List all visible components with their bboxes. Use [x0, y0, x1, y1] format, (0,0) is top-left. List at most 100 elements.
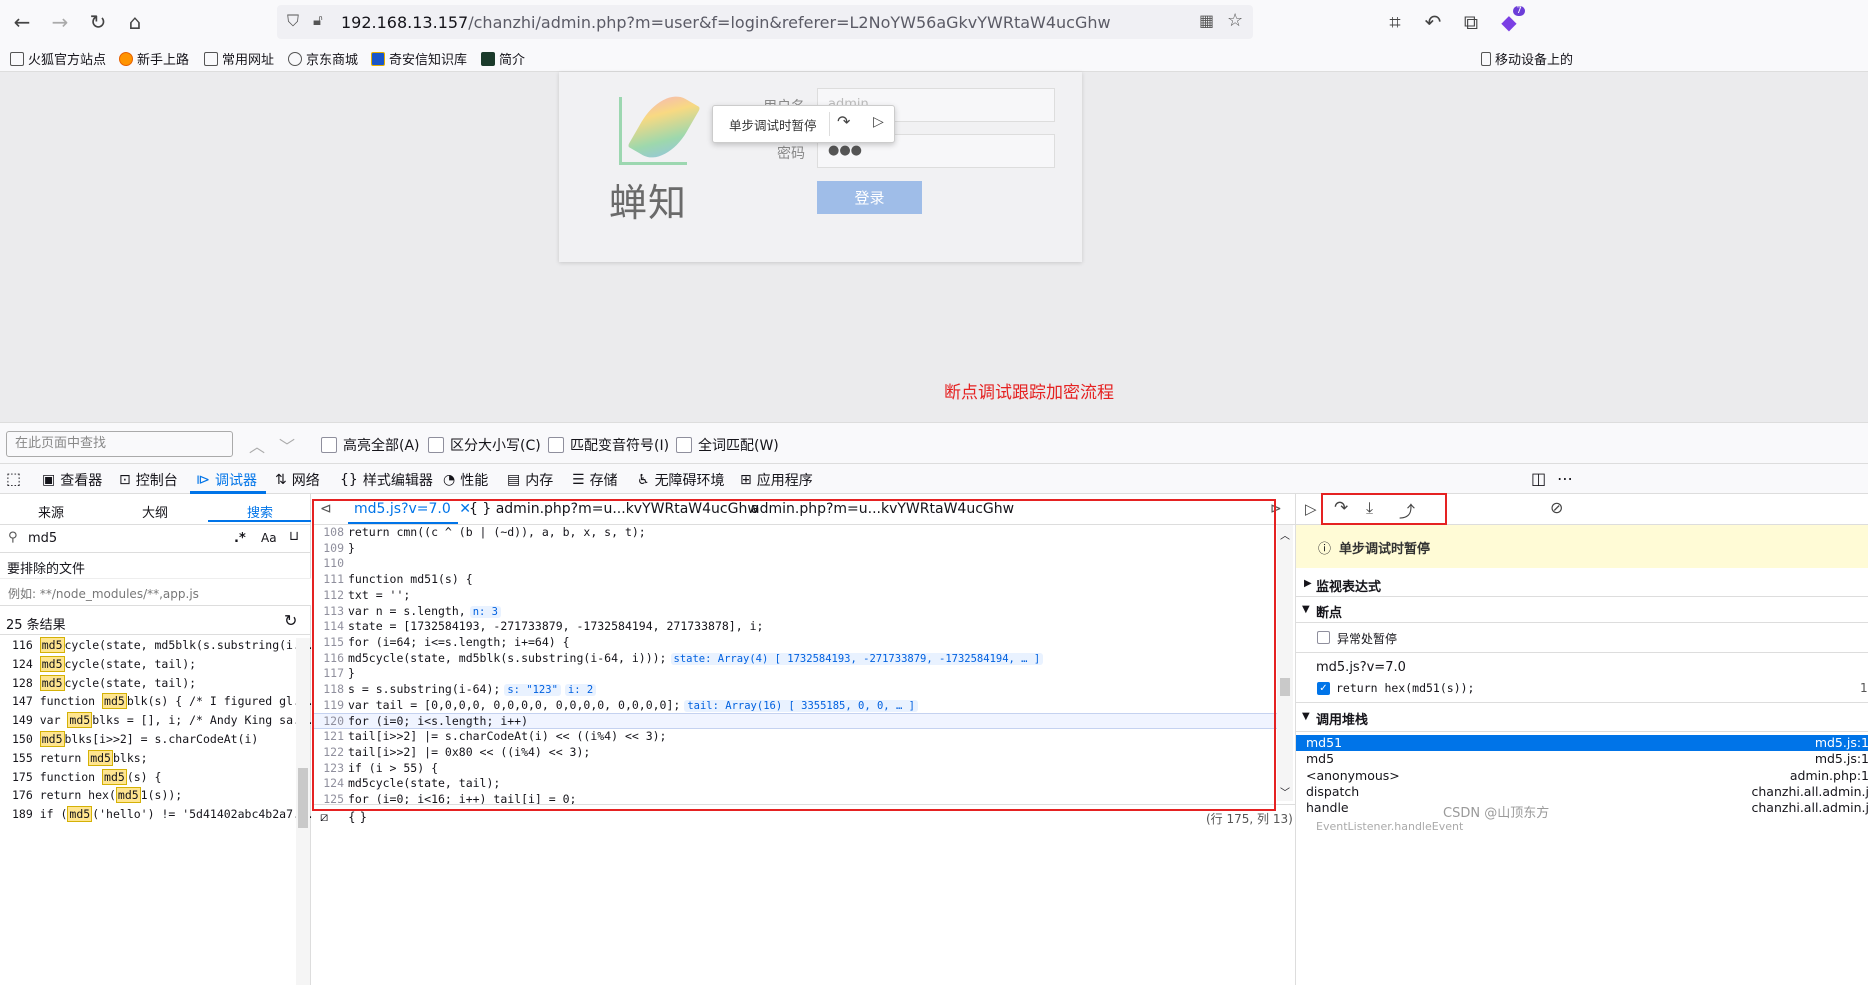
url-bar[interactable]: ⛉ 🔓︎ 192.168.13.157/chanzhi/admin.php?m=…	[277, 5, 1253, 39]
addon-icon[interactable]: ◆ 7	[1495, 6, 1525, 36]
call-stack-header[interactable]: ▼ 调用堆栈	[1296, 709, 1868, 729]
shield-icon[interactable]: ⛉	[287, 11, 299, 31]
match-case-icon[interactable]: Aa	[261, 531, 277, 545]
debugger-icon: ⧐	[196, 472, 210, 488]
exclude-input[interactable]: 例如: **/node_modules/**,app.js	[0, 578, 311, 606]
network-icon: ⇅	[275, 472, 287, 488]
tab-debugger[interactable]: ⧐ 调试器	[196, 470, 257, 490]
folder-icon	[10, 51, 24, 66]
accessibility-icon: ♿︎	[637, 472, 650, 488]
browser-toolbar: ← → ↻ ⌂ ⛉ 🔓︎ 192.168.13.157/chanzhi/admi…	[0, 0, 1868, 44]
search-result-item[interactable]: 116 md5 cycle(state, md5blk(s.substring(i…	[12, 637, 314, 653]
tab-storage[interactable]: ☰ 存储	[572, 470, 618, 490]
tab-accessibility[interactable]: ♿︎ 无障碍环境	[637, 470, 725, 490]
more-options-icon[interactable]: ⋯	[1557, 469, 1573, 488]
bookmark-item[interactable]: 简介	[481, 49, 525, 68]
paused-overlay: 单步调试时暂停 ↷ ▷	[712, 105, 895, 143]
screenshot-icon[interactable]: ⌗	[1381, 8, 1409, 36]
regex-toggle-icon[interactable]: .*	[234, 531, 246, 546]
search-result-item[interactable]: 128 md5 cycle(state, tail);	[12, 674, 196, 691]
login-button[interactable]: 登录	[817, 181, 922, 214]
folder-icon	[204, 51, 218, 66]
tab-console[interactable]: ⊡ 控制台	[119, 470, 178, 490]
pause-on-exceptions[interactable]: 异常处暂停	[1296, 630, 1868, 648]
search-result-item[interactable]: 147 function md5 blk(s) { /* I figured gl…	[12, 693, 314, 710]
checkbox-checked-icon[interactable]: ✓	[1317, 682, 1330, 695]
divider	[829, 112, 830, 136]
call-stack-frame[interactable]: <anonymous> admin.php:1	[1296, 768, 1868, 784]
editor-scrollbar[interactable]: ︿ ﹀	[1277, 525, 1293, 801]
breakpoints-header[interactable]: ▼ 断点	[1296, 602, 1868, 622]
search-result-item[interactable]: 149 var md5 blks = [], i; /* Andy King sa…	[12, 712, 314, 729]
back-icon[interactable]: ←	[8, 8, 36, 36]
highlight-all-checkbox[interactable]: 高亮全部(A)	[321, 435, 420, 455]
globe-icon	[288, 51, 302, 66]
bookmark-item[interactable]: 奇安信知识库	[371, 49, 467, 68]
search-result-item[interactable]: 189 if (md5 ('hello') != '5d41402abc4b2a7…	[12, 806, 314, 823]
insecure-lock-icon[interactable]: 🔓︎	[313, 11, 323, 29]
refresh-icon[interactable]: ↻	[284, 611, 297, 630]
whole-words-checkbox[interactable]: 全词匹配(W)	[676, 435, 779, 455]
qianxin-icon	[371, 51, 385, 66]
watch-expressions-header[interactable]: ▶ 监视表达式	[1296, 576, 1868, 596]
scrollbar[interactable]	[296, 638, 310, 985]
tab-search[interactable]: 搜索	[247, 502, 273, 521]
call-stack-frame[interactable]: md5 md5.js:1	[1296, 751, 1868, 767]
bookmark-star-icon[interactable]: ☆	[1227, 10, 1243, 31]
breakpoint-item[interactable]: ✓ return hex(md51(s)); 17	[1296, 681, 1868, 699]
match-case-checkbox[interactable]: 区分大小写(C)	[428, 435, 541, 455]
find-next-icon[interactable]: ﹀	[279, 433, 295, 457]
password-label: 密码	[777, 146, 805, 162]
bookmark-item[interactable]: 常用网址	[204, 49, 274, 68]
extensions-icon[interactable]: ⧉	[1457, 8, 1485, 36]
home-icon[interactable]: ⌂	[121, 8, 149, 36]
tab-memory[interactable]: ▤ 内存	[507, 470, 553, 490]
dock-icon[interactable]: ◫	[1531, 469, 1546, 488]
whole-word-icon[interactable]: ⊔	[289, 529, 299, 544]
console-icon: ⊡	[119, 472, 131, 488]
tab-application[interactable]: ⊞ 应用程序	[740, 470, 813, 490]
qr-code-icon[interactable]: ▦	[1199, 11, 1214, 30]
memory-icon: ▤	[507, 472, 521, 488]
search-result-item[interactable]: 150 md5 blks[i>>2] = s.charCodeAt(i)	[12, 731, 258, 747]
reload-icon[interactable]: ↻	[84, 8, 112, 36]
resume-icon[interactable]: ▷	[1305, 500, 1317, 518]
search-result-item[interactable]: 176 return hex(md5 1(s));	[12, 787, 182, 804]
step-over-icon[interactable]: ↷	[837, 112, 850, 131]
info-icon: ⓘ	[1318, 542, 1332, 557]
call-stack-frame[interactable]: dispatch chanzhi.all.admin.j	[1296, 784, 1868, 800]
find-bar: 在此页面中查找 ︿ ﹀ 高亮全部(A) 区分大小写(C) 匹配变音符号(I) 全…	[0, 422, 1868, 464]
mobile-icon	[1481, 51, 1491, 66]
call-stack-frame[interactable]: handle chanzhi.all.admin.j	[1296, 800, 1868, 816]
storage-icon: ☰	[572, 472, 585, 488]
pretty-print-icon[interactable]: ⧄	[320, 810, 328, 825]
url-text[interactable]: 192.168.13.157/chanzhi/admin.php?m=user&…	[341, 13, 1111, 32]
divider	[1296, 731, 1868, 732]
tab-outline[interactable]: 大纲	[142, 502, 168, 521]
tab-style-editor[interactable]: {} 样式编辑器	[340, 470, 433, 490]
deactivate-breakpoints-icon[interactable]: ⊘	[1550, 498, 1563, 517]
search-result-item[interactable]: 175 function md5 (s) {	[12, 768, 161, 785]
search-input[interactable]: md5	[28, 531, 57, 546]
braces-icon[interactable]: { }	[348, 810, 367, 824]
tab-network[interactable]: ⇅ 网络	[275, 470, 320, 490]
find-input[interactable]: 在此页面中查找	[6, 431, 233, 457]
call-stack-frame[interactable]: md51 md5.js:1	[1296, 735, 1868, 751]
tab-inspector[interactable]: ▣ 查看器	[42, 470, 102, 490]
bookmark-item[interactable]: 火狐官方站点	[10, 49, 106, 68]
addon-badge: 7	[1513, 6, 1525, 16]
resume-icon[interactable]: ▷	[873, 114, 884, 130]
undo-icon[interactable]: ↶	[1419, 8, 1447, 36]
match-diacritics-checkbox[interactable]: 匹配变音符号(I)	[548, 435, 669, 455]
find-previous-icon[interactable]: ︿	[249, 433, 265, 457]
forward-icon[interactable]: →	[46, 8, 74, 36]
bookmark-item[interactable]: 京东商城	[288, 49, 358, 68]
element-picker-icon[interactable]: ⬚	[6, 469, 21, 488]
tab-sources[interactable]: 来源	[38, 502, 64, 521]
search-result-item[interactable]: 124 md5 cycle(state, tail);	[12, 655, 196, 672]
bookmark-item[interactable]: 新手上路	[119, 49, 189, 68]
search-result-item[interactable]: 155 return md5 blks;	[12, 749, 148, 766]
tab-performance[interactable]: ◔ 性能	[443, 470, 488, 490]
divider	[1296, 652, 1868, 653]
mobile-bookmarks[interactable]: 移动设备上的	[1481, 49, 1573, 68]
